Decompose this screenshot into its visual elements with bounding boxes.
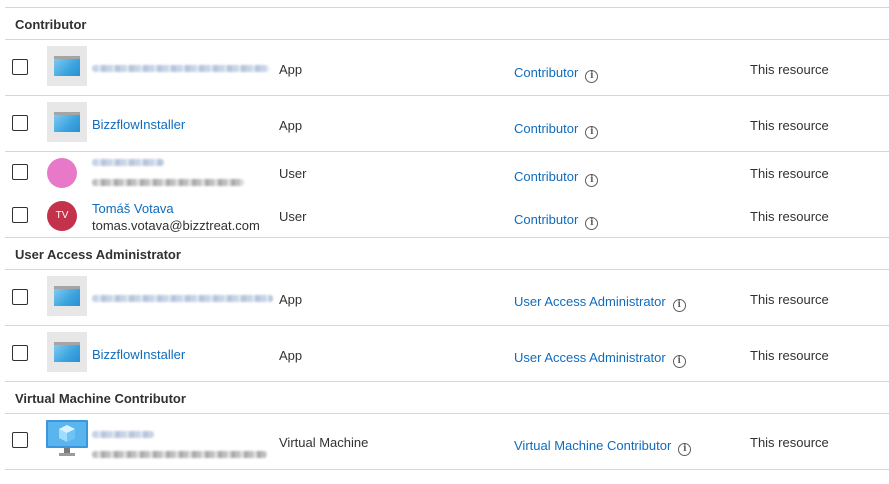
group-header-contributor: Contributor [15, 17, 87, 32]
info-icon[interactable]: i [585, 174, 599, 187]
row-checkbox[interactable] [12, 59, 28, 75]
principal-email: tomas.votava@bizztreat.com [92, 218, 260, 233]
principal-name-link[interactable]: Tomáš Votava [92, 201, 174, 216]
redacted-name [92, 159, 164, 166]
redacted-name [92, 65, 269, 72]
scope-label: This resource [750, 118, 829, 133]
divider [5, 237, 889, 238]
redacted-email [92, 179, 244, 186]
app-registration-icon [47, 332, 87, 372]
row-checkbox[interactable] [12, 164, 28, 180]
row-checkbox[interactable] [12, 432, 28, 448]
info-icon[interactable]: i [585, 126, 599, 139]
info-icon[interactable]: i [678, 443, 692, 456]
row-checkbox[interactable] [12, 115, 28, 131]
group-header-user-access-administrator: User Access Administrator [15, 247, 181, 262]
table-row[interactable]: BizzflowInstaller App Contributor i This … [0, 96, 889, 151]
scope-label: This resource [750, 62, 829, 77]
type-label: User [279, 209, 307, 224]
scope-label: This resource [750, 166, 829, 181]
role-link[interactable]: Contributor i [514, 169, 599, 187]
role-link[interactable]: Virtual Machine Contributor i [514, 438, 692, 456]
group-header-virtual-machine-contributor: Virtual Machine Contributor [15, 391, 186, 406]
top-divider [5, 7, 889, 8]
type-label: App [279, 292, 303, 307]
app-registration-icon [47, 276, 87, 316]
scope-label: This resource [750, 209, 829, 224]
scope-label: This resource [750, 435, 829, 450]
principal-name-link[interactable]: BizzflowInstaller [92, 117, 185, 132]
role-link[interactable]: User Access Administrator i [514, 294, 686, 312]
virtual-machine-icon [46, 420, 88, 456]
avatar [47, 158, 77, 188]
scope-label: This resource [750, 292, 829, 307]
type-label: App [279, 62, 303, 77]
type-label: App [279, 348, 303, 363]
redacted-name [92, 295, 273, 302]
info-icon[interactable]: i [585, 217, 599, 230]
redacted-name [92, 431, 154, 438]
info-icon[interactable]: i [672, 299, 686, 312]
app-registration-icon [47, 46, 87, 86]
table-row[interactable]: TV Tomáš Votava tomas.votava@bizztreat.c… [0, 195, 889, 237]
table-row[interactable]: App User Access Administrator i This reso… [0, 270, 889, 325]
role-link[interactable]: Contributor i [514, 65, 599, 83]
role-link[interactable]: Contributor i [514, 121, 599, 139]
divider [5, 381, 889, 382]
row-checkbox[interactable] [12, 207, 28, 223]
principal-name-link[interactable]: BizzflowInstaller [92, 347, 185, 362]
redacted-resource-group [92, 451, 267, 458]
type-label: User [279, 166, 307, 181]
avatar: TV [47, 201, 77, 231]
table-row[interactable]: BizzflowInstaller App User Access Admini… [0, 326, 889, 381]
row-checkbox[interactable] [12, 345, 28, 361]
row-checkbox[interactable] [12, 289, 28, 305]
info-icon[interactable]: i [585, 70, 599, 83]
app-registration-icon [47, 102, 87, 142]
type-label: App [279, 118, 303, 133]
table-row[interactable]: User Contributor i This resource [0, 152, 889, 194]
info-icon[interactable]: i [672, 355, 686, 368]
scope-label: This resource [750, 348, 829, 363]
divider [5, 469, 889, 470]
table-row[interactable]: Virtual Machine Virtual Machine Contribu… [0, 414, 889, 469]
table-row[interactable]: App Contributor i This resource [0, 40, 889, 95]
role-link[interactable]: Contributor i [514, 212, 599, 230]
role-link[interactable]: User Access Administrator i [514, 350, 686, 368]
type-label: Virtual Machine [279, 435, 369, 450]
